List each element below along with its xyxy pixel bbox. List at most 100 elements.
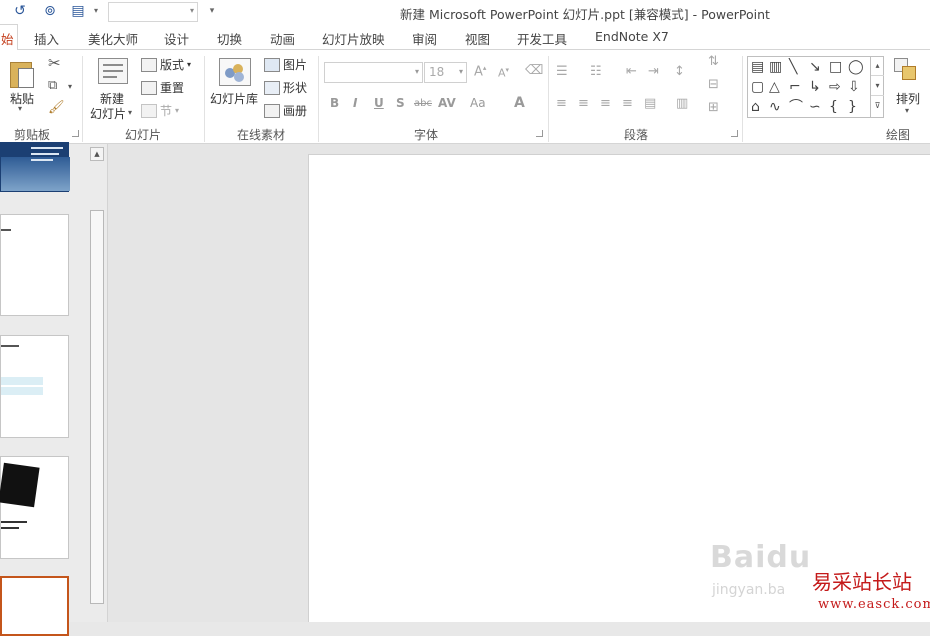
strikethrough-icon[interactable]: abc [414, 98, 432, 109]
reset-button[interactable]: 重置 [141, 79, 184, 96]
new-slide-dropdown-icon[interactable]: ▾ [128, 108, 132, 117]
font-size-combo[interactable]: 18 ▾ [424, 62, 467, 83]
right-arrow-icon[interactable]: ⇨ [829, 80, 841, 94]
slide-thumbnail-2[interactable] [0, 214, 69, 316]
tab-slideshow[interactable]: 幻灯片放映 [322, 29, 385, 48]
distributed-icon[interactable]: ▤ [644, 96, 656, 111]
tab-transitions[interactable]: 切换 [217, 29, 242, 48]
copy-icon[interactable]: ⧉ [48, 78, 57, 93]
shapes-gallery[interactable]: ▤ ▥ ╲ ↘ □ ◯ ▢ △ ⌐ ↳ ⇨ ⇩ ⌂ ∿ ⌒ ∽ { } [747, 56, 884, 118]
rectangle-icon[interactable]: □ [829, 60, 842, 74]
copy-dropdown-icon[interactable]: ▾ [68, 82, 72, 91]
align-text-icon[interactable]: ⊟ [708, 77, 719, 92]
arrow-line-icon[interactable]: ↘ [809, 60, 821, 74]
down-arrow-icon[interactable]: ⇩ [848, 80, 860, 94]
font-color-icon[interactable]: A [514, 95, 525, 111]
font-name-combo[interactable]: ▾ [324, 62, 423, 83]
font-launcher-icon[interactable] [536, 130, 543, 137]
vertical-text-box-icon[interactable]: ▥ [769, 60, 782, 74]
layout-button[interactable]: 版式 ▾ [141, 56, 191, 73]
grow-font-icon[interactable]: A▴ [474, 64, 486, 79]
align-right-icon[interactable]: ≡ [600, 96, 611, 111]
online-group-label: 在线素材 [237, 128, 286, 142]
elbow-connector-icon[interactable]: ⌐ [789, 80, 801, 94]
slide-thumbnail-5-selected[interactable] [0, 576, 69, 636]
line-spacing-icon[interactable]: ↕ [674, 64, 685, 79]
tab-design[interactable]: 设计 [164, 29, 189, 48]
columns-icon[interactable]: ▥ [676, 96, 688, 111]
smartart-icon[interactable]: ⊞ [708, 100, 719, 115]
group-divider [82, 56, 83, 142]
thumbnail-scrollbar[interactable]: ▲ [89, 145, 105, 622]
right-brace-icon[interactable]: } [848, 100, 857, 114]
text-box-icon[interactable]: ▤ [751, 60, 764, 74]
new-slide-label-2[interactable]: 幻灯片 [90, 105, 126, 122]
paste-dropdown-icon[interactable]: ▾ [18, 104, 22, 113]
slide-thumbnail-1[interactable] [0, 142, 70, 192]
tab-review[interactable]: 审阅 [412, 29, 437, 48]
slide-library-icon[interactable] [219, 58, 251, 86]
tab-developer[interactable]: 开发工具 [517, 29, 567, 48]
tab-endnote[interactable]: EndNote X7 [595, 29, 669, 44]
text-direction-icon[interactable]: ⇅ [708, 54, 719, 69]
paragraph-group-label: 段落 [624, 128, 649, 142]
paste-icon[interactable] [10, 58, 36, 88]
tab-view[interactable]: 视图 [465, 29, 490, 48]
thumbnail-image [0, 462, 40, 508]
bold-icon[interactable]: B [330, 96, 339, 110]
change-case-icon[interactable]: Aa [470, 96, 486, 110]
gallery-down-icon[interactable]: ▾ [871, 76, 884, 96]
arrange-icon[interactable] [894, 58, 920, 84]
underline-icon[interactable]: U [374, 96, 384, 110]
section-icon [141, 103, 157, 118]
rounded-rectangle-icon[interactable]: ▢ [751, 80, 764, 94]
new-slide-icon[interactable] [98, 58, 128, 84]
format-painter-icon[interactable]: 🖌 [48, 100, 65, 115]
picture-button[interactable]: 图片 [264, 56, 307, 73]
numbering-icon[interactable]: ☷ [590, 64, 602, 79]
shape-button[interactable]: 形状 [264, 79, 307, 96]
tab-animations[interactable]: 动画 [270, 29, 295, 48]
current-slide[interactable] [308, 154, 930, 622]
arrange-button[interactable]: 排列 [896, 90, 920, 107]
shrink-font-icon[interactable]: A▾ [498, 66, 509, 80]
line-icon[interactable]: ╲ [789, 60, 797, 74]
tab-insert[interactable]: 插入 [34, 29, 59, 48]
align-left-icon[interactable]: ≡ [556, 96, 567, 111]
slide-library-button[interactable]: 幻灯片库 [210, 90, 258, 107]
gallery-more-icon[interactable]: ⊽ [871, 96, 884, 116]
shapes-gallery-scroll[interactable]: ▴ ▾ ⊽ [870, 56, 884, 118]
scribble-icon[interactable]: ∿ [769, 100, 781, 114]
clipboard-group-label: 剪贴板 [14, 128, 51, 142]
shadow-icon[interactable]: S [396, 96, 405, 110]
scroll-up-icon[interactable]: ▲ [90, 147, 104, 161]
gallery-up-icon[interactable]: ▴ [871, 56, 884, 76]
justify-icon[interactable]: ≡ [622, 96, 633, 111]
clipboard-launcher-icon[interactable] [72, 130, 79, 137]
italic-icon[interactable]: I [353, 96, 357, 110]
slide-thumbnail-3[interactable] [0, 335, 69, 438]
increase-indent-icon[interactable]: ⇥ [648, 64, 659, 79]
tab-home[interactable]: 始 [0, 24, 18, 51]
bullets-icon[interactable]: ☰ [556, 64, 568, 79]
decrease-indent-icon[interactable]: ⇤ [626, 64, 637, 79]
triangle-icon[interactable]: △ [769, 80, 780, 94]
curve-icon[interactable]: ∽ [809, 100, 821, 114]
align-center-icon[interactable]: ≡ [578, 96, 589, 111]
freeform-icon[interactable]: ⌂ [751, 100, 760, 114]
scrollbar-thumb[interactable] [90, 210, 104, 604]
char-spacing-icon[interactable]: AV [438, 96, 456, 110]
cut-icon[interactable]: ✂ [48, 54, 61, 72]
elbow-arrow-icon[interactable]: ↳ [809, 80, 821, 94]
ribbon: 粘贴 ▾ ✂ ⧉ ▾ 🖌 剪贴板 新建 幻灯片 ▾ 版式 ▾ 重置 节 ▾ 幻灯片 … [0, 50, 930, 144]
section-button[interactable]: 节 ▾ [141, 102, 179, 119]
arc-icon[interactable]: ⌒ [789, 100, 803, 114]
album-button[interactable]: 画册 [264, 102, 307, 119]
oval-icon[interactable]: ◯ [848, 60, 864, 74]
tab-beautify[interactable]: 美化大师 [88, 29, 138, 48]
paragraph-launcher-icon[interactable] [731, 130, 738, 137]
arrange-dropdown-icon[interactable]: ▾ [905, 106, 909, 115]
left-brace-icon[interactable]: { [829, 100, 838, 114]
slide-thumbnail-4[interactable] [0, 456, 69, 559]
clear-format-icon[interactable]: ⌫ [525, 63, 543, 78]
